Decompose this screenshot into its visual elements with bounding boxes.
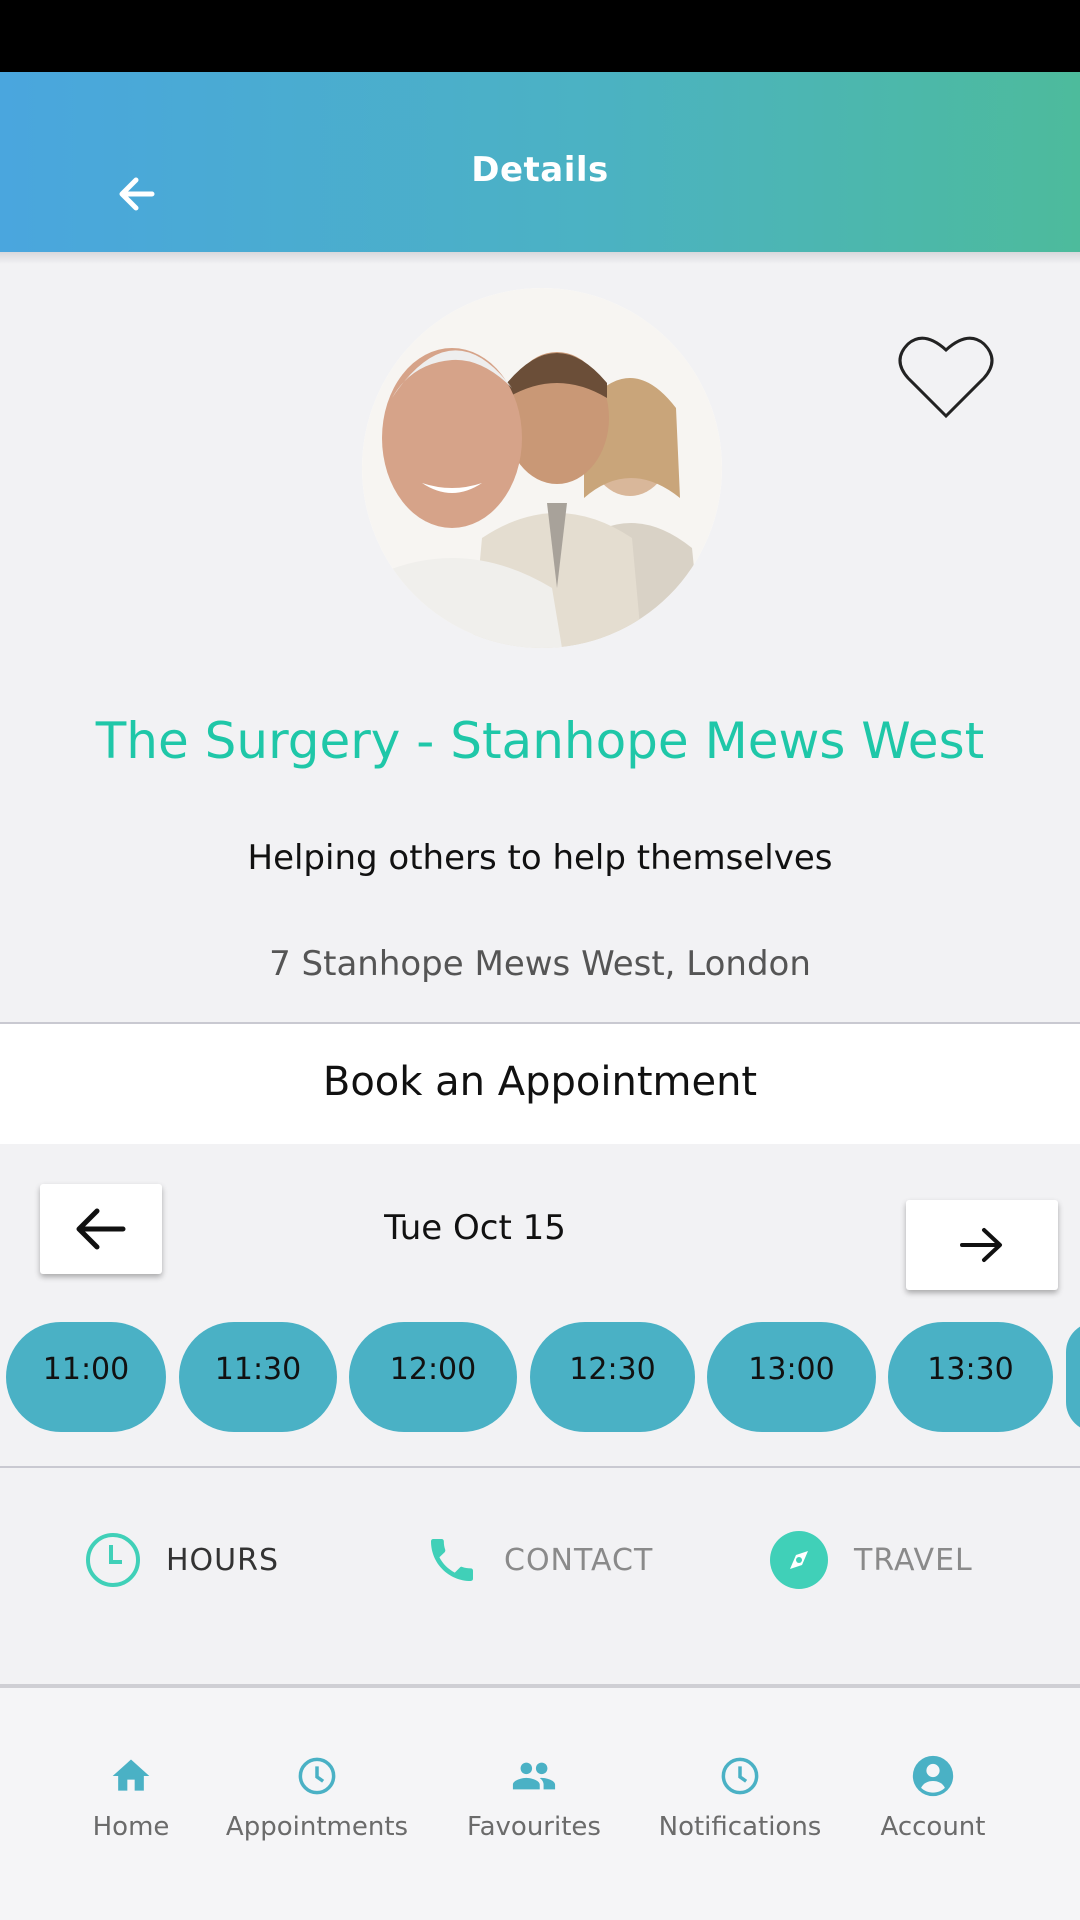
selected-date: Tue Oct 15 — [384, 1208, 566, 1248]
time-slot[interactable]: 13:00 — [707, 1322, 876, 1432]
clock-icon — [298, 1757, 336, 1795]
time-slot-partial[interactable] — [1066, 1322, 1080, 1432]
divider — [0, 1466, 1080, 1468]
travel-label: TRAVEL — [854, 1542, 973, 1578]
nav-account[interactable]: Account — [868, 1754, 998, 1842]
nav-notifications[interactable]: Notifications — [646, 1754, 834, 1842]
time-slot[interactable]: 11:00 — [6, 1322, 166, 1432]
contact-tab[interactable]: CONTACT — [424, 1530, 653, 1590]
nav-label: Notifications — [658, 1812, 822, 1842]
time-slot[interactable]: 13:30 — [888, 1322, 1053, 1432]
page-title: Details — [471, 150, 609, 190]
people-image — [362, 288, 722, 648]
compass-icon — [770, 1531, 828, 1589]
nav-appointments[interactable]: Appointments — [212, 1754, 422, 1842]
app-bar: Details — [0, 72, 1080, 252]
practice-address: 7 Stanhope Mews West, London — [269, 944, 811, 984]
nav-label: Favourites — [467, 1812, 601, 1842]
time-slot-list: 11:00 11:30 12:00 12:30 13:00 13:30 — [0, 1322, 1080, 1432]
time-slot[interactable]: 12:30 — [530, 1322, 695, 1432]
travel-tab[interactable]: TRAVEL — [768, 1530, 973, 1590]
previous-day-button[interactable] — [40, 1184, 162, 1274]
time-slot[interactable]: 11:30 — [179, 1322, 337, 1432]
home-icon — [112, 1759, 150, 1791]
people-icon — [512, 1762, 556, 1790]
arrow-right-icon — [960, 1228, 1002, 1262]
clock-icon — [86, 1533, 140, 1587]
arrow-left-icon — [76, 1208, 126, 1250]
contact-label: CONTACT — [504, 1542, 654, 1578]
bottom-navigation: Home Appointments Favourites Notificatio… — [0, 1688, 1080, 1920]
favourite-button[interactable] — [896, 328, 996, 424]
practice-name: The Surgery - Stanhope Mews West — [95, 712, 985, 770]
heart-outline-icon — [898, 336, 994, 419]
clock-icon — [721, 1757, 759, 1795]
hours-label: HOURS — [166, 1542, 280, 1578]
practice-tagline: Helping others to help themselves — [247, 838, 833, 878]
nav-label: Home — [92, 1812, 170, 1842]
nav-home[interactable]: Home — [66, 1754, 196, 1842]
account-icon — [912, 1755, 954, 1797]
status-bar — [0, 0, 1080, 72]
hours-tab[interactable]: HOURS — [84, 1530, 279, 1590]
nav-label: Appointments — [225, 1812, 409, 1842]
book-appointment-heading: Book an Appointment — [0, 1024, 1080, 1144]
next-day-button[interactable] — [906, 1200, 1058, 1290]
practice-photo — [362, 288, 722, 648]
app-bar-shadow — [0, 252, 1080, 264]
phone-icon — [431, 1539, 473, 1581]
nav-favourites[interactable]: Favourites — [454, 1754, 614, 1842]
nav-label: Account — [880, 1812, 986, 1842]
time-slot[interactable]: 12:00 — [349, 1322, 517, 1432]
